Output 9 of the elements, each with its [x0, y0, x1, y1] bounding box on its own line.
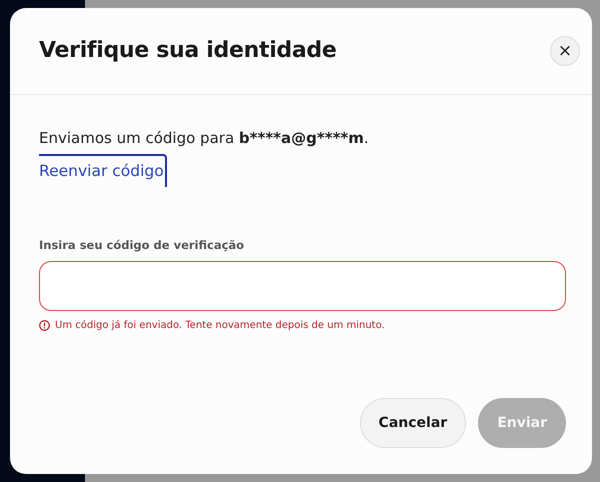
dialog-title: Verifique sua identidade: [39, 38, 336, 64]
field-label: Insira seu código de verificação: [39, 236, 246, 254]
code-input-field[interactable]: [39, 261, 566, 311]
sent-message: Enviamos um código para b****a@g****m.: [39, 128, 370, 149]
error-icon: [39, 320, 50, 331]
cancel-button[interactable]: Cancelar: [360, 398, 466, 448]
error-message: Um código já foi enviado. Tente novamente depois de um minuto.: [55, 319, 385, 333]
resend-code-link[interactable]: Reenviar código: [39, 154, 167, 187]
close-button[interactable]: ×: [550, 36, 580, 66]
